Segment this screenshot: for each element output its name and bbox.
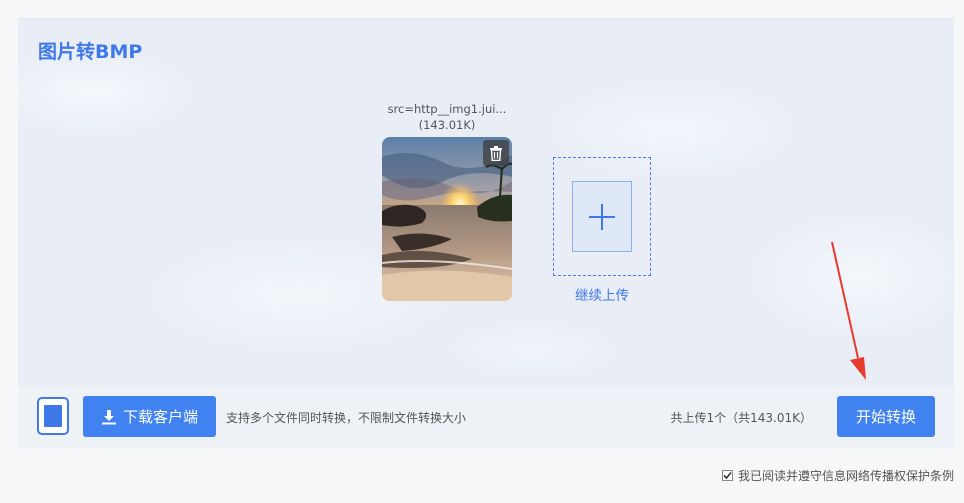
upload-total: 共上传1个（共143.01K） — [670, 411, 813, 425]
checkmark-icon — [723, 471, 732, 480]
upload-more-dropzone[interactable] — [553, 157, 651, 276]
page-title: 图片转BMP — [38, 41, 143, 63]
conversion-tip: 支持多个文件同时转换，不限制文件转换大小 — [226, 411, 467, 425]
file-size: (143.01K) — [418, 118, 476, 132]
download-icon — [101, 409, 116, 424]
add-file-button[interactable] — [572, 181, 632, 252]
agreement: 我已阅读并遵守信息网络传播权保护条例 — [721, 467, 954, 484]
file-thumbnail — [382, 137, 512, 301]
action-bar: 下载客户端 支持多个文件同时转换，不限制文件转换大小 共上传1个（共143.01… — [18, 386, 954, 448]
upload-more-label[interactable]: 继续上传 — [553, 284, 651, 304]
download-client-label: 下载客户端 — [122, 408, 198, 426]
plus-icon — [589, 203, 615, 230]
agreement-label[interactable]: 我已阅读并遵守信息网络传播权保护条例 — [738, 467, 954, 484]
file-name: src=http__img1.jui... — [387, 102, 507, 116]
file-info: src=http__img1.jui... (143.01K) — [378, 101, 516, 133]
trash-icon — [490, 145, 502, 161]
delete-file-button[interactable] — [483, 140, 509, 166]
agreement-checkbox[interactable] — [721, 470, 733, 481]
converter-panel: 图片转BMP src=http__img1.jui... (143.01K) 继… — [18, 18, 954, 387]
start-convert-button[interactable]: 开始转换 — [837, 396, 935, 437]
tablet-icon[interactable] — [37, 397, 69, 435]
download-client-button[interactable]: 下载客户端 — [83, 396, 216, 437]
